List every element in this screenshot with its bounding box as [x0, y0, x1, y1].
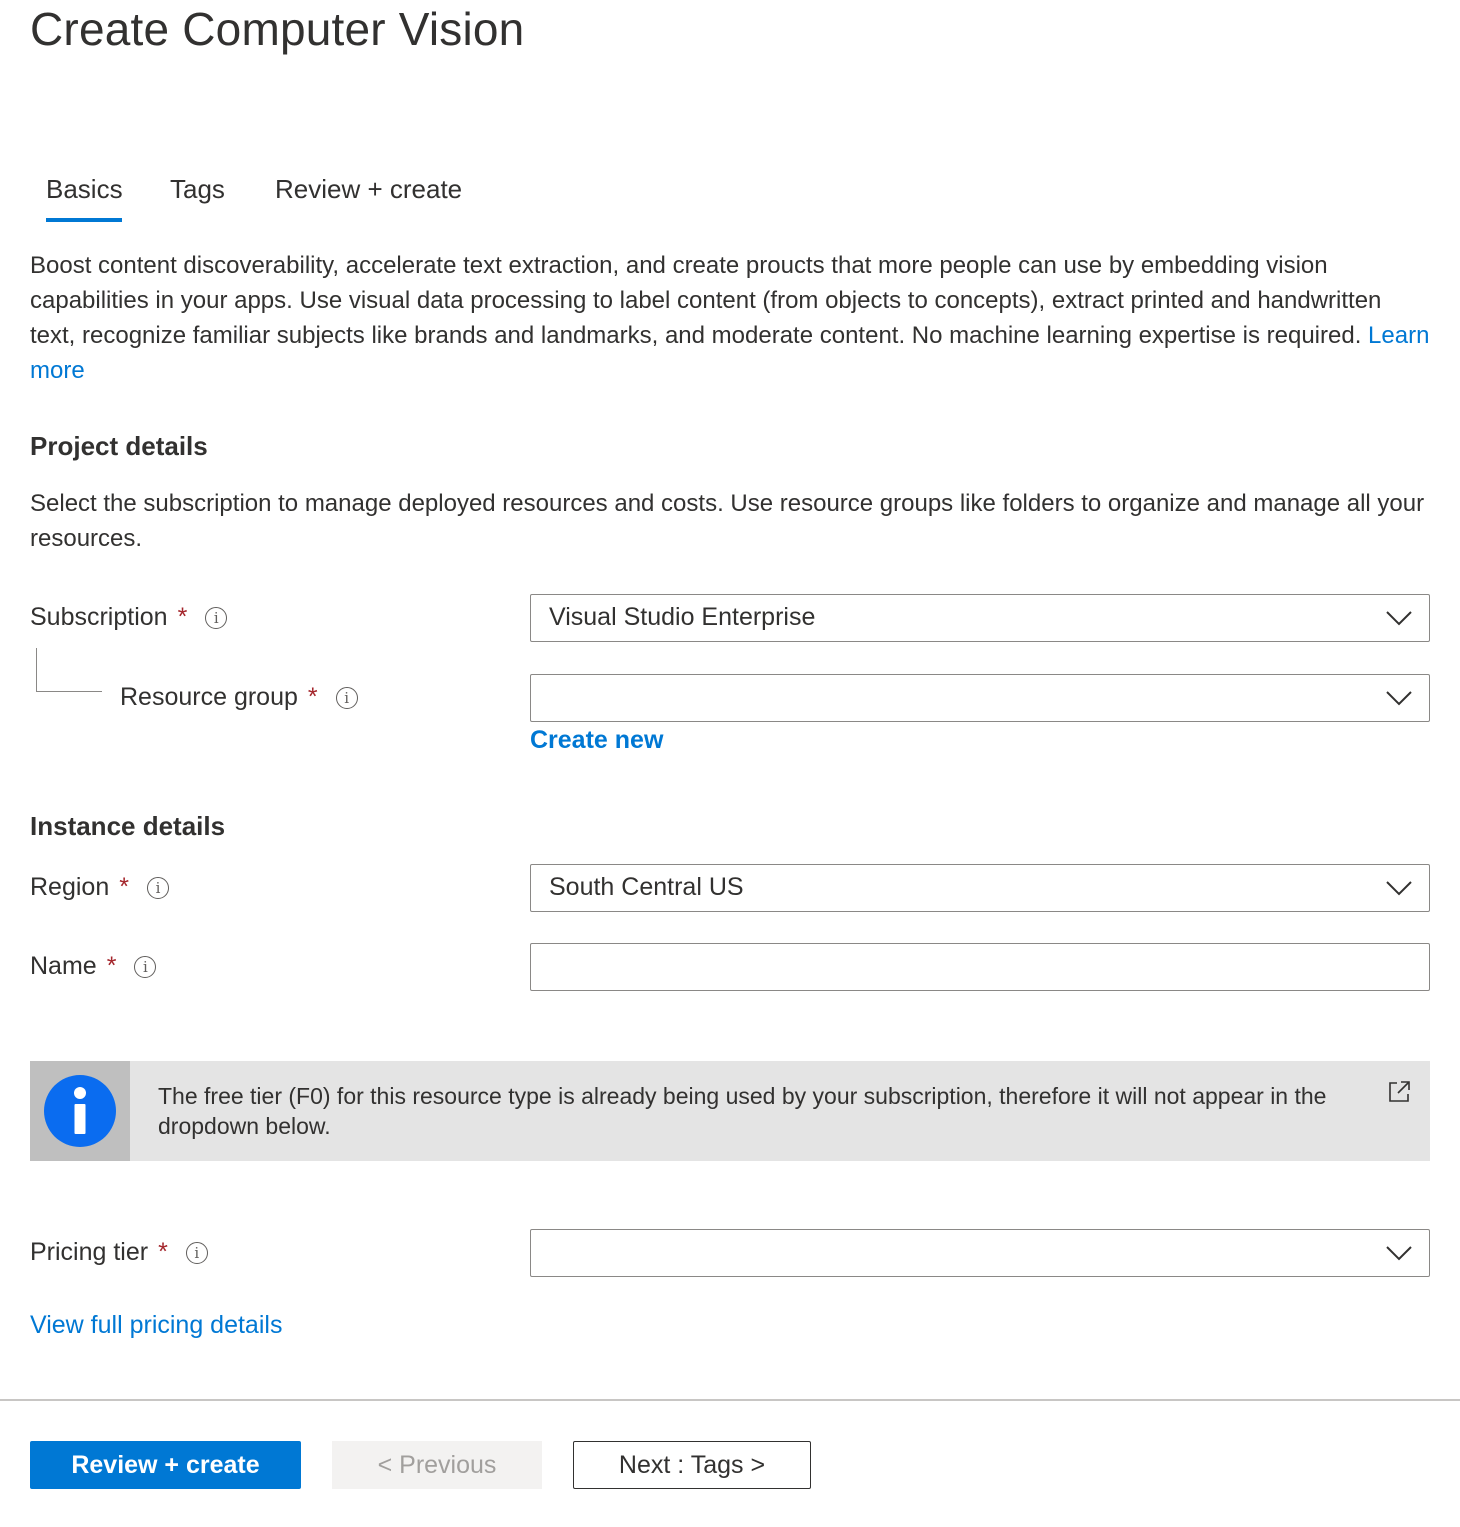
region-value: South Central US — [549, 873, 744, 901]
resource-group-label: Resource group * i — [120, 683, 358, 712]
info-icon[interactable]: i — [335, 686, 358, 709]
chevron-down-icon — [1386, 611, 1412, 626]
info-icon[interactable]: i — [185, 1241, 208, 1264]
region-dropdown[interactable]: South Central US — [530, 864, 1430, 912]
previous-button: < Previous — [332, 1441, 542, 1489]
region-label: Region * i — [30, 873, 169, 902]
required-marker: * — [307, 683, 318, 711]
required-marker: * — [106, 952, 117, 980]
required-marker: * — [158, 1238, 168, 1266]
view-pricing-link[interactable]: View full pricing details — [30, 1311, 282, 1340]
intro-description: Boost content discoverability, accelerat… — [30, 248, 1430, 388]
next-tags-button[interactable]: Next : Tags > — [573, 1441, 811, 1489]
region-label-text: Region — [30, 873, 110, 901]
info-icon[interactable]: i — [134, 955, 157, 978]
info-banner: The free tier (F0) for this resource typ… — [30, 1061, 1430, 1161]
chevron-down-icon — [1386, 881, 1412, 896]
banner-icon-area — [30, 1061, 130, 1161]
tab-tags[interactable]: Tags — [170, 174, 225, 205]
info-icon[interactable]: i — [205, 606, 228, 629]
info-icon[interactable]: i — [146, 876, 169, 899]
intro-text: Boost content discoverability, accelerat… — [30, 252, 1382, 349]
name-input[interactable] — [530, 943, 1430, 991]
pricing-tier-label-text: Pricing tier — [30, 1238, 149, 1266]
info-circle-icon — [44, 1075, 116, 1147]
subscription-label: Subscription * i — [30, 603, 228, 632]
subscription-dropdown[interactable]: Visual Studio Enterprise — [530, 594, 1430, 642]
review-create-button[interactable]: Review + create — [30, 1441, 301, 1489]
page-title: Create Computer Vision — [30, 3, 525, 55]
name-label-text: Name — [30, 952, 97, 980]
footer-divider — [0, 1399, 1460, 1401]
chevron-down-icon — [1386, 1246, 1412, 1261]
name-label: Name * i — [30, 952, 157, 981]
create-new-link[interactable]: Create new — [530, 726, 663, 755]
active-tab-indicator — [46, 218, 122, 222]
pricing-tier-dropdown[interactable] — [530, 1229, 1430, 1277]
subscription-value: Visual Studio Enterprise — [549, 603, 816, 631]
instance-details-heading: Instance details — [30, 811, 226, 841]
project-details-heading: Project details — [30, 431, 208, 461]
subscription-label-text: Subscription — [30, 603, 168, 631]
external-link-icon[interactable] — [1386, 1079, 1412, 1105]
banner-message: The free tier (F0) for this resource typ… — [158, 1083, 1327, 1139]
required-marker: * — [119, 873, 129, 901]
chevron-down-icon — [1386, 691, 1412, 706]
resource-group-label-text: Resource group — [120, 683, 298, 711]
tree-connector — [36, 648, 102, 692]
project-details-description: Select the subscription to manage deploy… — [30, 490, 1425, 552]
tab-review-create[interactable]: Review + create — [275, 174, 462, 205]
resource-group-dropdown[interactable] — [530, 674, 1430, 722]
pricing-tier-label: Pricing tier * i — [30, 1238, 208, 1267]
tab-basics[interactable]: Basics — [46, 174, 123, 205]
required-marker: * — [177, 603, 188, 631]
